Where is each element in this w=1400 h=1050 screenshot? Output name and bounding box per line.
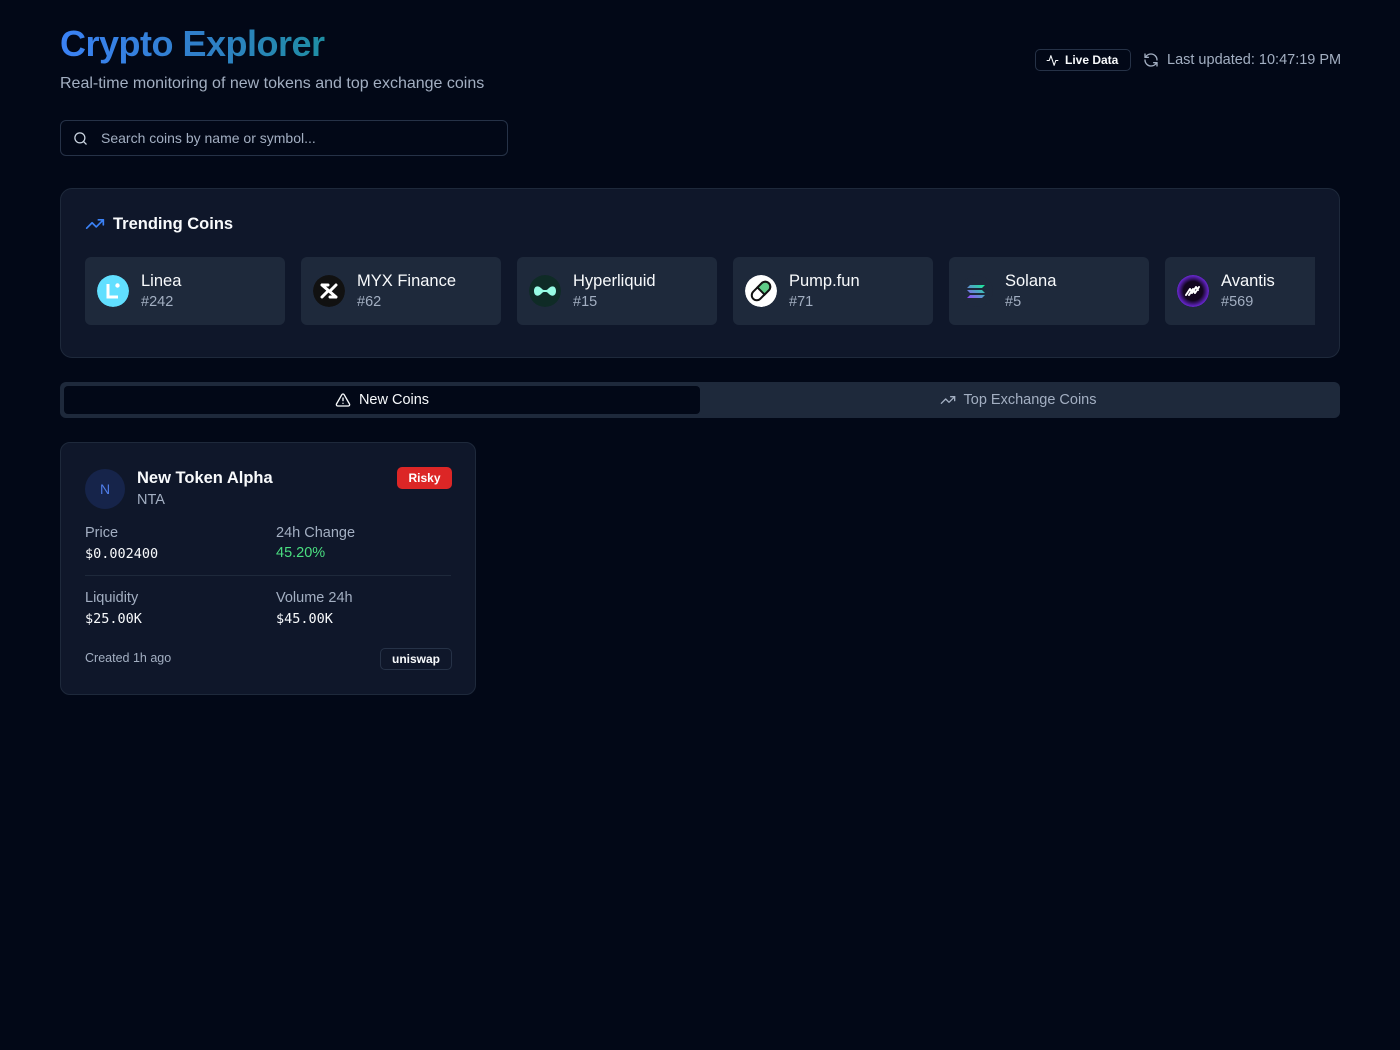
trending-name: Avantis (1221, 272, 1275, 290)
solana-logo-icon (961, 275, 993, 307)
trending-title: Trending Coins (113, 214, 234, 233)
trending-card-pump-fun[interactable]: Pump.fun #71 (733, 257, 933, 325)
trending-card-hyperliquid[interactable]: Hyperliquid #15 (517, 257, 717, 325)
trending-panel: Trending Coins Linea #242 MYX Finance #6… (60, 188, 1340, 358)
warning-triangle-icon (335, 393, 351, 407)
trending-rank: #71 (789, 294, 814, 310)
avantis-logo-icon (1177, 275, 1209, 307)
tab-new-coins[interactable]: New Coins (64, 386, 700, 414)
card-divider (85, 575, 451, 576)
trending-list: Linea #242 MYX Finance #62 Hyperliquid #… (85, 257, 1315, 325)
trending-rank: #5 (1005, 294, 1022, 310)
created-time: Created 1h ago (85, 651, 172, 665)
risk-badge: Risky (397, 467, 452, 489)
trending-card-myx-finance[interactable]: MYX Finance #62 (301, 257, 501, 325)
app-subtitle: Real-time monitoring of new tokens and t… (60, 75, 485, 92)
exchange-badge: uniswap (380, 648, 452, 670)
change-value: 45.20% (276, 545, 326, 561)
liquidity-value: $25.00K (85, 611, 142, 627)
trending-header: Trending Coins (85, 214, 233, 234)
avatar: N (85, 469, 125, 509)
trending-rank: #242 (141, 294, 174, 310)
trending-name: Pump.fun (789, 272, 860, 290)
coin-name: New Token Alpha (137, 469, 273, 487)
coin-tabs: New Coins Top Exchange Coins (60, 382, 1340, 418)
activity-icon (1046, 54, 1059, 66)
trending-name: Hyperliquid (573, 272, 656, 290)
price-label: Price (85, 525, 119, 541)
price-value: $0.002400 (85, 546, 159, 562)
trending-name: Linea (141, 272, 182, 290)
trending-rank: #15 (573, 294, 598, 310)
change-label: 24h Change (276, 525, 356, 541)
trending-name: MYX Finance (357, 272, 457, 290)
linea-logo-icon (97, 275, 129, 307)
myx-logo-icon (313, 275, 345, 307)
liquidity-label: Liquidity (85, 590, 139, 606)
trending-up-icon (85, 219, 105, 229)
live-data-label: Live Data (1065, 53, 1119, 67)
trending-card-solana[interactable]: Solana #5 (949, 257, 1149, 325)
hyperliquid-logo-icon (529, 275, 561, 307)
app-title: Crypto Explorer (60, 23, 325, 64)
refresh-icon[interactable] (1143, 52, 1159, 68)
trending-card-linea[interactable]: Linea #242 (85, 257, 285, 325)
trending-card-avantis[interactable]: Avantis #569 (1165, 257, 1315, 325)
trending-up-icon (940, 396, 955, 404)
last-updated: Last updated: 10:47:19 PM (1143, 50, 1341, 70)
tab-top-exchange-coins-label: Top Exchange Coins (963, 392, 1097, 408)
trending-name: Solana (1005, 272, 1057, 290)
trending-rank: #62 (357, 294, 382, 310)
coin-card[interactable]: N New Token Alpha NTA Risky Price $0.002… (60, 442, 476, 695)
live-data-badge: Live Data (1035, 49, 1131, 71)
coin-symbol: NTA (137, 492, 165, 508)
volume-label: Volume 24h (276, 590, 353, 606)
search-box (60, 120, 508, 156)
search-icon (74, 132, 87, 145)
tab-top-exchange-coins[interactable]: Top Exchange Coins (700, 386, 1336, 414)
last-updated-text: Last updated: 10:47:19 PM (1167, 52, 1342, 68)
tab-new-coins-label: New Coins (358, 392, 430, 408)
trending-rank: #569 (1221, 294, 1254, 310)
pump-pill-logo-icon (745, 275, 777, 307)
page: Crypto Explorer Real-time monitoring of … (0, 0, 1400, 1050)
volume-value: $45.00K (276, 611, 333, 627)
search-input[interactable] (101, 121, 501, 155)
